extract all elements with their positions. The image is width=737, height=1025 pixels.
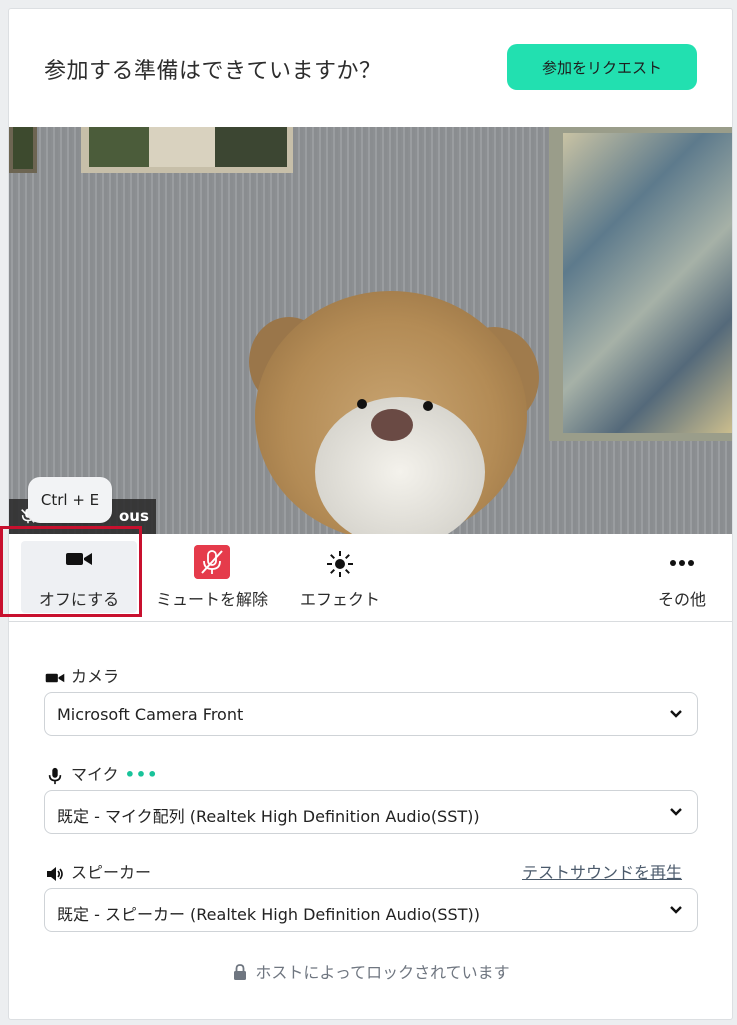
- lock-icon: [234, 964, 247, 980]
- speaker-select[interactable]: 既定 - スピーカー (Realtek High Definition Audi…: [44, 888, 698, 932]
- effects-button[interactable]: エフェクト: [295, 534, 385, 621]
- speaker-label: スピーカー: [71, 863, 152, 882]
- chevron-down-icon: [670, 808, 682, 816]
- participant-name: ous: [119, 507, 149, 525]
- wall-painting-left: [9, 127, 37, 173]
- camera-select[interactable]: Microsoft Camera Front: [44, 692, 698, 736]
- speaker-icon: [47, 866, 63, 881]
- camera-select-value: Microsoft Camera Front: [57, 705, 244, 724]
- microphone-icon: [48, 767, 62, 784]
- wall-painting-right: [549, 127, 732, 441]
- mic-off-icon: [194, 545, 230, 579]
- test-sound-link[interactable]: テストサウンドを再生: [522, 859, 682, 883]
- camera-label: カメラ: [71, 667, 120, 686]
- request-join-button[interactable]: 参加をリクエスト: [507, 44, 697, 90]
- chevron-down-icon: [670, 906, 682, 914]
- device-toolbar: オフにする ミュートを解除 エフェクト その他: [9, 534, 732, 622]
- chevron-down-icon: [670, 710, 682, 718]
- header: 参加する準備はできていますか？ 参加をリクエスト: [9, 9, 732, 127]
- mic-label: マイク: [71, 765, 119, 784]
- teddy-bear-nose: [371, 409, 413, 441]
- camera-toggle-button[interactable]: オフにする: [21, 534, 137, 621]
- more-options-label: その他: [657, 590, 706, 609]
- camera-section-label: カメラ: [45, 663, 119, 687]
- video-camera-icon: [66, 553, 92, 565]
- speaker-select-value: 既定 - スピーカー (Realtek High Definition Audi…: [57, 905, 480, 924]
- more-options-button[interactable]: その他: [649, 534, 715, 621]
- more-horizontal-icon: [670, 560, 694, 566]
- page-title: 参加する準備はできていますか？: [44, 59, 382, 84]
- teddy-bear-eye-right: [423, 401, 433, 411]
- mic-section-label: マイク •••: [45, 761, 158, 785]
- speaker-section-label: スピーカー: [45, 859, 151, 883]
- teddy-bear-eye-left: [357, 399, 367, 409]
- lock-status: ホストによってロックされています: [9, 959, 732, 983]
- wall-painting-center: [81, 127, 293, 173]
- unmute-button[interactable]: ミュートを解除: [149, 534, 275, 621]
- mic-select-value: 既定 - マイク配列 (Realtek High Definition Audi…: [57, 807, 480, 826]
- video-preview: ous: [9, 127, 732, 534]
- effects-label: エフェクト: [299, 590, 380, 609]
- unmute-label: ミュートを解除: [155, 590, 268, 609]
- video-camera-icon: [45, 673, 65, 682]
- prejoin-card: 参加する準備はできていますか？ 参加をリクエスト ous オフにする ミュートを…: [8, 8, 733, 1020]
- mic-select[interactable]: 既定 - マイク配列 (Realtek High Definition Audi…: [44, 790, 698, 834]
- shortcut-tooltip: Ctrl + E: [28, 477, 112, 523]
- sun-icon: [327, 551, 353, 577]
- mic-activity-indicator: •••: [124, 765, 159, 784]
- camera-toggle-label: オフにする: [38, 590, 120, 609]
- lock-status-text: ホストによってロックされています: [255, 963, 510, 982]
